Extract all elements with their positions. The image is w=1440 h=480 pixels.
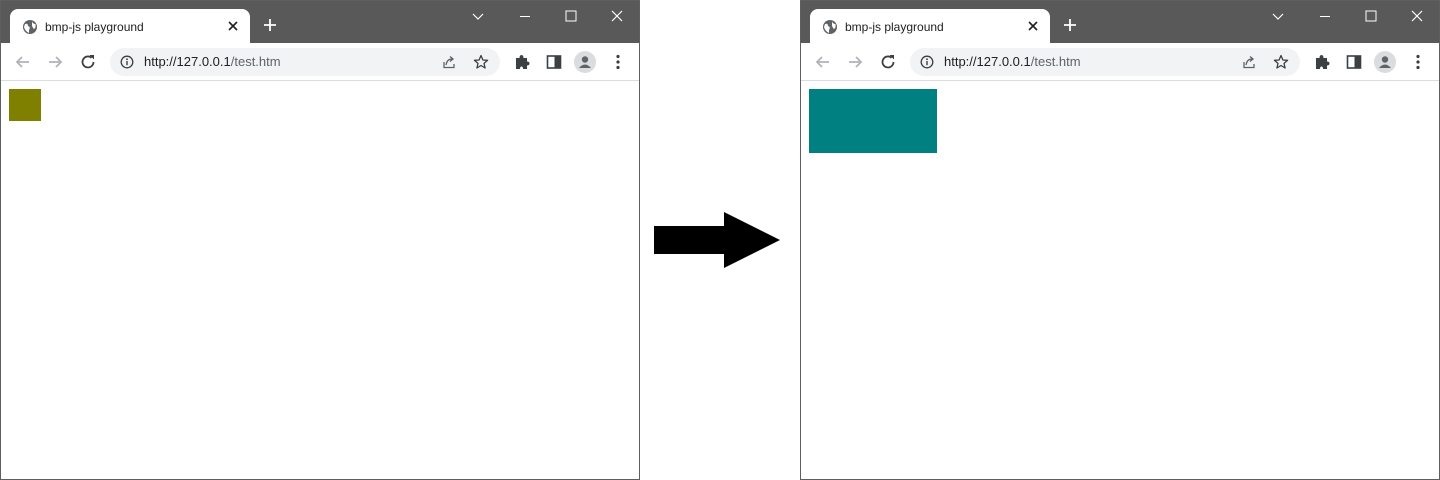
address-bar[interactable]: http://127.0.0.1/test.htm	[110, 48, 500, 76]
minimize-icon[interactable]	[518, 9, 532, 23]
tab-title: bmp-js playground	[45, 20, 144, 34]
tab[interactable]: bmp-js playground	[810, 9, 1050, 43]
tab[interactable]: bmp-js playground	[10, 9, 250, 43]
url-host: http://127.0.0.1	[144, 54, 231, 69]
toolbar: http://127.0.0.1/test.htm	[1, 43, 639, 81]
teal-box	[809, 89, 937, 153]
info-icon[interactable]	[120, 55, 134, 69]
back-arrow-icon[interactable]	[13, 52, 33, 72]
forward-arrow-icon[interactable]	[845, 52, 865, 72]
title-bar: bmp-js playground	[801, 1, 1439, 43]
globe-icon	[23, 20, 37, 34]
puzzle-icon[interactable]	[512, 52, 532, 72]
kebab-menu-icon[interactable]	[608, 52, 628, 72]
address-bar[interactable]: http://127.0.0.1/test.htm	[910, 48, 1300, 76]
maximize-icon[interactable]	[564, 9, 578, 23]
right-arrow-icon	[654, 212, 780, 268]
plus-icon[interactable]	[263, 18, 277, 32]
info-icon[interactable]	[920, 55, 934, 69]
url-text[interactable]: http://127.0.0.1/test.htm	[144, 54, 281, 70]
back-arrow-icon[interactable]	[813, 52, 833, 72]
puzzle-icon[interactable]	[1312, 52, 1332, 72]
url-host: http://127.0.0.1	[944, 54, 1031, 69]
forward-arrow-icon[interactable]	[45, 52, 65, 72]
chevron-down-icon[interactable]	[1271, 9, 1285, 23]
globe-icon	[823, 20, 837, 34]
url-path: /test.htm	[230, 54, 281, 69]
chevron-down-icon[interactable]	[471, 9, 485, 23]
minimize-icon[interactable]	[1318, 9, 1332, 23]
url-path: /test.htm	[1030, 54, 1081, 69]
star-icon[interactable]	[1272, 53, 1290, 71]
browser-window-before: bmp-js playground http://127.0.0.1/test.…	[0, 0, 640, 480]
tab-title: bmp-js playground	[845, 20, 944, 34]
url-text[interactable]: http://127.0.0.1/test.htm	[944, 54, 1081, 70]
close-icon[interactable]	[1410, 9, 1424, 23]
olive-box	[9, 89, 41, 121]
close-icon[interactable]	[1027, 20, 1039, 32]
avatar-icon	[1379, 56, 1391, 68]
browser-window-after: bmp-js playground http://127.0.0.1/test.…	[800, 0, 1440, 480]
reload-icon[interactable]	[78, 52, 98, 72]
plus-icon[interactable]	[1063, 18, 1077, 32]
avatar[interactable]	[574, 51, 596, 73]
close-icon[interactable]	[610, 9, 624, 23]
title-bar: bmp-js playground	[1, 1, 639, 43]
share-icon[interactable]	[1240, 53, 1258, 71]
page-viewport	[1, 81, 639, 479]
close-icon[interactable]	[227, 20, 239, 32]
avatar[interactable]	[1374, 51, 1396, 73]
maximize-icon[interactable]	[1364, 9, 1378, 23]
page-viewport	[801, 81, 1439, 479]
share-icon[interactable]	[440, 53, 458, 71]
reload-icon[interactable]	[878, 52, 898, 72]
side-panel-icon[interactable]	[1344, 52, 1364, 72]
avatar-icon	[579, 56, 591, 68]
kebab-menu-icon[interactable]	[1408, 52, 1428, 72]
side-panel-icon[interactable]	[544, 52, 564, 72]
toolbar: http://127.0.0.1/test.htm	[801, 43, 1439, 81]
star-icon[interactable]	[472, 53, 490, 71]
